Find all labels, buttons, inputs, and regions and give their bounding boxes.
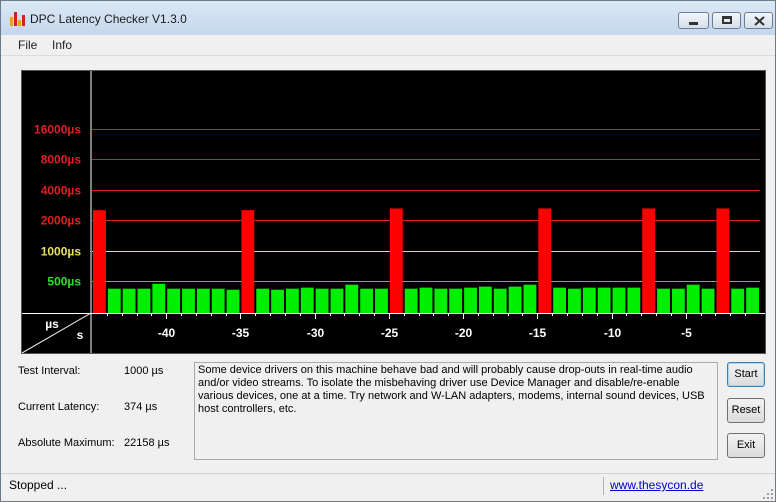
latency-bar [315, 288, 329, 313]
diagnosis-message: Some device drivers on this machine beha… [194, 362, 718, 460]
test-interval-label: Test Interval: [18, 365, 81, 377]
latency-bar [375, 288, 388, 313]
latency-bar [256, 288, 270, 313]
latency-bar [434, 288, 448, 313]
x-unit-label: s [77, 328, 84, 342]
latency-bar [568, 288, 581, 313]
latency-bar [122, 288, 136, 313]
maximize-button[interactable] [712, 12, 741, 29]
window-title: DPC Latency Checker V1.3.0 [30, 12, 187, 26]
x-tick-label: -5 [681, 326, 692, 340]
app-logo-icon [10, 12, 26, 26]
latency-bar [464, 287, 477, 313]
latency-bar [167, 288, 181, 313]
latency-bar [152, 283, 166, 313]
x-tick-label: -20 [455, 326, 473, 340]
x-tick-label: -15 [529, 326, 547, 340]
x-tick-label: -10 [604, 326, 622, 340]
latency-bar [627, 287, 641, 313]
latency-bar [137, 288, 151, 313]
y-unit-label: µs [45, 317, 59, 331]
latency-bar [746, 287, 759, 313]
latency-bar [508, 286, 522, 313]
status-bar: Stopped ... www.thesycon.de [1, 473, 775, 501]
minimize-button[interactable] [678, 12, 709, 29]
latency-bar [211, 288, 225, 313]
exit-button[interactable]: Exit [727, 433, 765, 458]
close-icon [754, 16, 765, 26]
latency-bar-high [241, 210, 255, 313]
latency-bar-high [389, 208, 403, 313]
x-tick-label: -35 [232, 326, 250, 340]
latency-bar-high [93, 210, 106, 313]
reset-button[interactable]: Reset [727, 398, 765, 423]
x-tick-label: -30 [307, 326, 325, 340]
latency-bar [671, 288, 685, 313]
latency-bar [493, 288, 507, 313]
y-tick-label: 8000µs [41, 153, 82, 167]
latency-bar [330, 288, 344, 313]
latency-chart-svg: 16000µs 8000µs 4000µs 2000µs 1000µs 500µs -40 -… [22, 71, 765, 353]
status-text: Stopped ... [9, 478, 68, 492]
latency-bar [478, 286, 492, 313]
absolute-maximum-value: 22158 µs [124, 437, 170, 449]
latency-bar [582, 287, 596, 313]
latency-bar [226, 289, 240, 313]
latency-bar [523, 284, 537, 313]
latency-bar [271, 289, 284, 313]
latency-bar-high [538, 208, 552, 313]
close-button[interactable] [744, 12, 773, 29]
latency-bar [701, 288, 715, 313]
latency-bar-high [642, 208, 656, 313]
title-bar[interactable]: DPC Latency Checker V1.3.0 [1, 1, 775, 35]
latency-bar [285, 288, 299, 313]
menu-bar: File Info [1, 35, 775, 56]
latency-bar [597, 287, 611, 313]
maximize-icon [722, 16, 732, 24]
menu-info[interactable]: Info [52, 38, 72, 52]
resize-grip-icon[interactable] [763, 489, 773, 499]
latency-bar [419, 287, 433, 313]
latency-bar [300, 287, 314, 313]
latency-bar [449, 288, 463, 313]
y-tick-label: 1000µs [41, 245, 82, 259]
latency-bar [553, 287, 567, 313]
latency-bar [686, 284, 700, 313]
app-window: DPC Latency Checker V1.3.0 File Info 160… [0, 0, 776, 502]
menu-file[interactable]: File [18, 38, 37, 52]
latency-bar [182, 288, 195, 313]
latency-bar-high [716, 208, 730, 313]
latency-bar [196, 288, 210, 313]
minimize-icon [689, 22, 698, 25]
y-tick-label: 500µs [47, 275, 81, 289]
latency-bar [404, 288, 418, 313]
y-tick-label: 2000µs [41, 214, 82, 228]
x-tick-label: -40 [158, 326, 176, 340]
y-tick-label: 16000µs [34, 123, 81, 137]
latency-bar [612, 287, 626, 313]
latency-bar [345, 284, 359, 313]
absolute-maximum-label: Absolute Maximum: [18, 437, 115, 449]
x-tick-label: -25 [381, 326, 399, 340]
website-link[interactable]: www.thesycon.de [610, 478, 703, 492]
current-latency-label: Current Latency: [18, 401, 100, 413]
start-button[interactable]: Start [727, 362, 765, 387]
latency-bar [657, 288, 670, 313]
latency-bar [107, 288, 121, 313]
latency-chart: 16000µs 8000µs 4000µs 2000µs 1000µs 500µs -40 -… [21, 70, 766, 354]
current-latency-value: 374 µs [124, 401, 158, 413]
y-tick-label: 4000µs [41, 184, 82, 198]
status-divider [603, 477, 604, 495]
test-interval-value: 1000 µs [124, 365, 164, 377]
latency-bar [360, 288, 374, 313]
latency-bar [731, 288, 745, 313]
